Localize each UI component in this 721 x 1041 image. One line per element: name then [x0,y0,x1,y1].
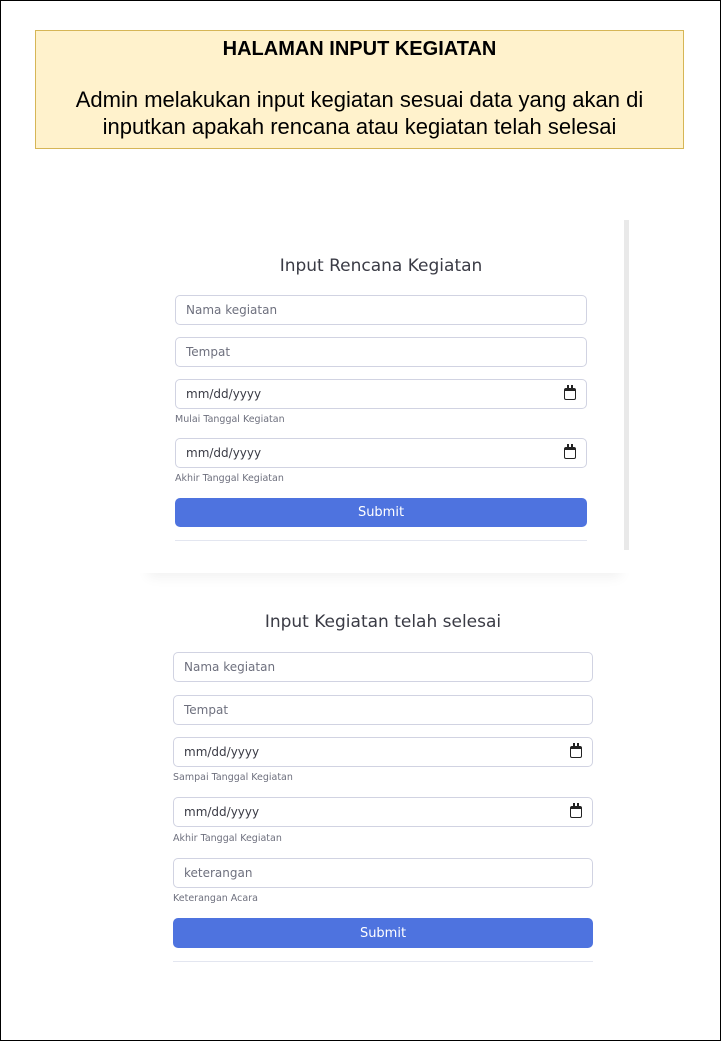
done-place-input[interactable]: Tempat [173,695,593,725]
plan-end-date-hint: Akhir Tanggal Kegiatan [175,473,284,484]
calendar-icon[interactable] [570,743,582,758]
annotation-note: HALAMAN INPUT KEGIATAN Admin melakukan i… [35,30,684,149]
done-submit-button[interactable]: Submit [173,918,593,948]
done-notes-hint: Keterangan Acara [173,893,258,904]
done-end-date-hint: Akhir Tanggal Kegiatan [173,833,282,844]
plan-form-divider [175,540,587,541]
note-title: HALAMAN INPUT KEGIATAN [222,38,497,60]
note-description: Admin melakukan input kegiatan sesuai da… [75,87,644,139]
calendar-icon[interactable] [570,803,582,818]
plan-start-date-hint: Mulai Tanggal Kegiatan [175,414,285,425]
plan-form-scrollbar[interactable] [624,220,629,550]
done-form-divider [173,961,593,962]
plan-submit-button[interactable]: Submit [175,498,587,527]
plan-form-title: Input Rencana Kegiatan [279,256,483,276]
date-value: mm/dd/yyyy [184,745,260,759]
calendar-icon[interactable] [564,385,576,400]
done-notes-input[interactable]: keterangan [173,858,593,888]
done-name-input[interactable]: Nama kegiatan [173,652,593,682]
date-value: mm/dd/yyyy [184,805,260,819]
done-end-date-input[interactable]: mm/dd/yyyy [173,797,593,827]
done-start-date-input[interactable]: mm/dd/yyyy [173,737,593,767]
plan-name-input[interactable]: Nama kegiatan [175,295,587,325]
calendar-icon[interactable] [564,444,576,459]
plan-place-input[interactable]: Tempat [175,337,587,367]
plan-start-date-input[interactable]: mm/dd/yyyy [175,379,587,409]
done-form-title: Input Kegiatan telah selesai [264,612,502,632]
done-start-date-hint: Sampai Tanggal Kegiatan [173,772,293,783]
plan-end-date-input[interactable]: mm/dd/yyyy [175,438,587,468]
date-value: mm/dd/yyyy [186,446,262,460]
date-value: mm/dd/yyyy [186,387,262,401]
